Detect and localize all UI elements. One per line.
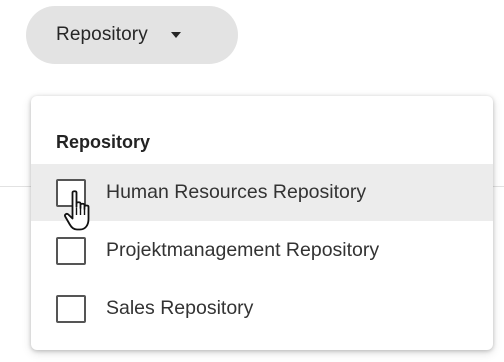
option-label: Sales Repository — [106, 297, 254, 319]
caret-down-icon[interactable] — [170, 32, 181, 38]
checkbox-projektmanagement-repository[interactable] — [56, 236, 86, 265]
option-sales-repository[interactable]: Sales Repository — [31, 280, 493, 337]
option-label: Projektmanagement Repository — [106, 239, 380, 261]
repository-filter-label: Repository — [56, 24, 148, 45]
checkbox-sales-repository[interactable] — [56, 294, 86, 323]
repository-dropdown-menu: Repository Human Resources Repository Pr… — [31, 96, 493, 350]
repository-filter-chip[interactable]: Repository — [26, 6, 238, 64]
option-human-resources-repository[interactable]: Human Resources Repository — [31, 164, 493, 221]
option-label: Human Resources Repository — [106, 181, 367, 203]
option-projektmanagement-repository[interactable]: Projektmanagement Repository — [31, 222, 493, 279]
dropdown-title: Repository — [56, 132, 151, 152]
checkbox-human-resources-repository[interactable] — [56, 178, 86, 207]
